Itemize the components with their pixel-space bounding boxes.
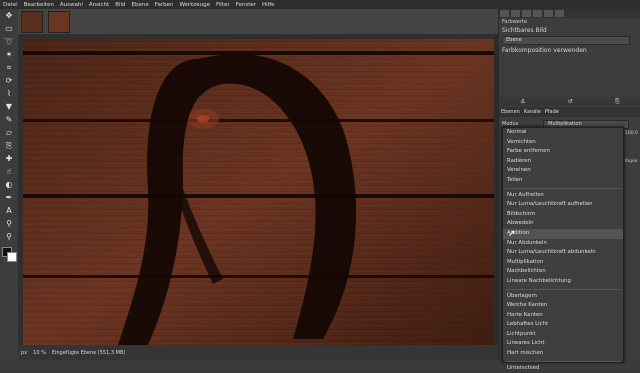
menu-filter[interactable]: Filter [213,2,233,8]
image-tabs [18,9,498,35]
opacity-value[interactable]: 100,0 [625,131,638,136]
crop-icon[interactable]: ⌗ [2,61,16,74]
menu-ansicht[interactable]: Ansicht [86,2,112,8]
menu-hilfe[interactable]: Hilfe [259,2,278,8]
mode-lichtpunkt[interactable]: Lichtpunkt [503,330,623,340]
dock-title: Farbwerte [502,19,527,25]
lasso-icon[interactable]: ➰ [2,35,16,48]
heal-icon[interactable]: ✚ [2,152,16,165]
bucket-fill-icon[interactable]: ▼ [2,100,16,113]
paths-icon[interactable]: ✒ [2,191,16,204]
menu-werkzeuge[interactable]: Werkzeuge [176,2,213,8]
text-tool-icon[interactable]: A [2,204,16,217]
mode-ueberlagern[interactable]: Überlagern [503,292,623,302]
menu-datei[interactable]: Datei [0,2,21,8]
clone-icon[interactable]: ⎘ [2,139,16,152]
status-info: Eingefügte Ebene (551,3 MB) [51,349,126,356]
mode-lineares-licht[interactable]: Lineares Licht [503,339,623,349]
paintbrush-icon[interactable]: ✎ [2,113,16,126]
separator [505,187,621,189]
menu-auswahl[interactable]: Auswahl [57,2,86,8]
mode-normal[interactable]: Normal [503,128,623,138]
layer-combo[interactable]: Ebene [502,36,630,45]
dodge-icon[interactable]: ◐ [2,178,16,191]
mode-abwedeln[interactable]: Abwedeln [503,219,623,229]
image-tab-2[interactable] [48,11,70,33]
mode-hart-mischen[interactable]: Hart mischen [503,349,623,359]
fuzzy-select-icon[interactable]: ✶ [2,48,16,61]
dock-tab-5[interactable] [544,10,553,17]
blend-mode-dropdown[interactable]: Normal Vernichten Farbe entfernen Radier… [502,127,624,371]
dock-tab-3[interactable] [522,10,531,17]
color-picker-icon[interactable]: ⚲ [2,217,16,230]
dock-tab-1[interactable] [500,10,509,17]
dock-tabs [499,9,640,18]
mode-radieren[interactable]: Radieren [503,157,623,167]
mode-vernichten[interactable]: Vernichten [503,138,623,148]
mode-nachbelichten[interactable]: Nachbelichten [503,267,623,277]
dock-tab-6[interactable] [555,10,564,17]
mode-luma-abdunkeln[interactable]: Nur Luma/Leuchtkraft abdunkeln [503,248,623,258]
visible-image-option[interactable]: Sichtbares Bild [499,26,640,35]
wood-image [23,39,494,345]
unit-select[interactable]: px [18,350,30,356]
transform-icon[interactable]: ⟳ [2,74,16,87]
duplicate-icon[interactable]: ⎘ [615,98,620,106]
layers-tabs: Ebenen Kanäle Pfade [499,107,640,117]
mode-label: Modus [502,120,519,127]
mode-harte-kanten[interactable]: Harte Kanten [503,311,623,321]
warp-icon[interactable]: ⌇ [2,87,16,100]
visible-image-label: Sichtbares Bild [502,27,547,34]
zoom-icon[interactable]: ⚲ [2,230,16,243]
mode-luma-aufhellen[interactable]: Nur Luma/Leuchtkraft aufhellen [503,200,623,210]
color-composition-label: Farbkomposition verwenden [502,47,587,54]
menu-bearbeiten[interactable]: Bearbeiten [21,2,57,8]
mode-nur-abdunkeln[interactable]: Nur Abdunkeln [503,239,623,249]
mode-farbe-entfernen[interactable]: Farbe entfernen [503,147,623,157]
menu-bar: Datei Bearbeiten Auswahl Ansicht Bild Eb… [0,0,640,9]
background-color[interactable] [7,252,17,262]
dock-button-row: ⚓ ↺ ⎘ [499,97,640,106]
mode-lebhaftes-licht[interactable]: Lebhaftes Licht [503,320,623,330]
reset-icon[interactable]: ↺ [568,98,573,105]
separator [505,288,621,290]
mode-weiche-kanten[interactable]: Weiche Kanten [503,301,623,311]
image-canvas[interactable] [23,39,494,345]
status-bar: px 10 % Eingefügte Ebene (551,3 MB) [18,345,498,360]
color-composition-option[interactable]: Farbkomposition verwenden [499,46,640,55]
mouse-cursor-icon: ➚ [508,229,516,239]
tab-kanaele[interactable]: Kanäle [522,109,543,115]
rect-select-icon[interactable]: ▭ [2,22,16,35]
toolbox: ✥ ▭ ➰ ✶ ⌗ ⟳ ⌇ ▼ ✎ ▱ ⎘ ✚ ☝ ◐ ✒ A ⚲ ⚲ [0,9,19,360]
tab-pfade[interactable]: Pfade [543,109,561,115]
anchor-icon[interactable]: ⚓ [520,98,525,105]
fg-bg-colors[interactable] [2,247,17,262]
smudge-icon[interactable]: ☝ [2,165,16,178]
mode-addition[interactable]: Addition [503,228,623,239]
mode-bildschirm[interactable]: Bildschirm [503,210,623,220]
mode-lineare-nachbelichtung[interactable]: Lineare Nachbelichtung [503,277,623,287]
zoom-select[interactable]: 10 % [30,350,49,356]
mode-unterschied[interactable]: Unterschied [503,364,623,373]
mode-vereinen[interactable]: Vereinen [503,166,623,176]
eraser-icon[interactable]: ▱ [2,126,16,139]
move-tool-icon[interactable]: ✥ [2,9,16,22]
dock-tab-2[interactable] [511,10,520,17]
image-tab-1[interactable] [21,11,43,33]
separator [505,360,621,362]
layer-name-copy[interactable]: Kopie [625,159,637,164]
menu-fenster[interactable]: Fenster [233,2,259,8]
menu-bild[interactable]: Bild [112,2,128,8]
mode-nur-aufhellen[interactable]: Nur Aufhellen [503,191,623,201]
dock-tab-4[interactable] [533,10,542,17]
tab-ebenen[interactable]: Ebenen [499,109,522,115]
menu-ebene[interactable]: Ebene [129,2,152,8]
mode-teilen[interactable]: Teilen [503,176,623,186]
menu-farben[interactable]: Farben [152,2,177,8]
mode-multiplikation[interactable]: Multiplikation [503,258,623,268]
